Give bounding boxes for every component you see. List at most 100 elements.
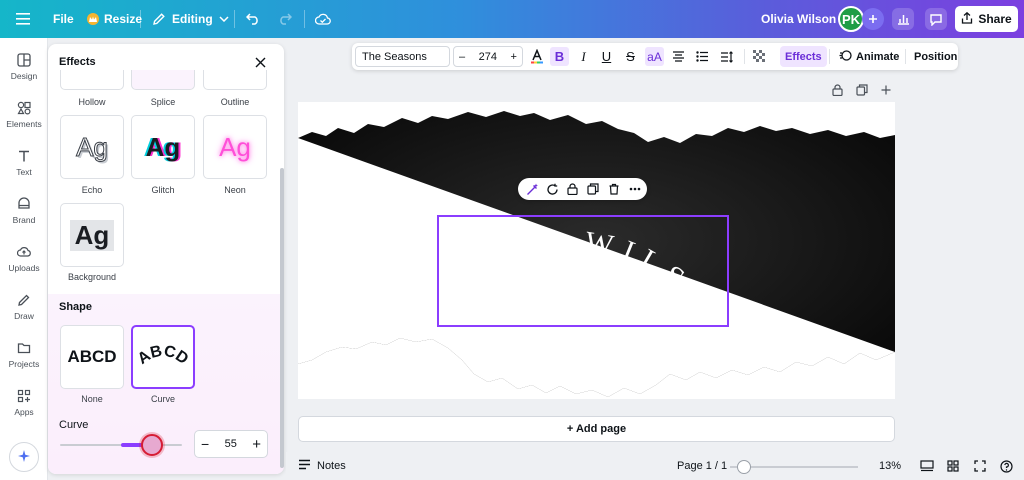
lock-element-icon[interactable] [565, 182, 579, 196]
rail-item-apps[interactable]: Apps [0, 389, 48, 433]
project-name[interactable]: Olivia Wilson [761, 0, 836, 38]
divider [234, 10, 235, 28]
list-icon[interactable] [693, 47, 712, 66]
rail-label: Design [10, 71, 38, 81]
editing-label: Editing [172, 12, 213, 26]
bold-icon[interactable]: B [550, 47, 569, 66]
animate-label: Animate [856, 50, 900, 63]
rail-item-projects[interactable]: Projects [0, 341, 48, 385]
effect-sample: Ag [145, 131, 181, 162]
comments-icon[interactable] [925, 8, 947, 30]
chevron-down-icon [219, 16, 229, 22]
redo-icon[interactable] [278, 0, 292, 38]
shape-tile-curve[interactable]: ABCD [131, 325, 195, 389]
effect-tile-echo[interactable]: Ag [60, 115, 124, 179]
magic-assistant-button[interactable] [9, 442, 39, 472]
text-color-icon[interactable] [527, 47, 546, 66]
effect-tile-outline[interactable] [203, 70, 267, 90]
rail-item-uploads[interactable]: Uploads [0, 245, 48, 289]
rail-item-elements[interactable]: Elements [0, 101, 48, 145]
effects-panel: Effects Hollow Splice Outline Ag Ag Ag E… [48, 44, 284, 474]
underline-icon[interactable]: U [597, 47, 616, 66]
refresh-ai-icon[interactable] [545, 182, 559, 196]
font-size-value[interactable]: 274 [479, 51, 497, 63]
spacing-icon[interactable] [717, 47, 736, 66]
resize-button[interactable]: Resize [87, 0, 142, 38]
shape-tile-none[interactable]: ABCD [60, 325, 124, 389]
rail-item-text[interactable]: Text [0, 149, 48, 193]
duplicate-page-icon[interactable] [855, 83, 869, 97]
divider [829, 49, 830, 64]
curve-label: Curve [59, 419, 89, 431]
font-family-select[interactable]: The Seasons [355, 46, 450, 67]
align-center-icon[interactable] [669, 47, 688, 66]
text-selection-box[interactable] [437, 215, 729, 327]
file-menu[interactable]: File [53, 0, 74, 38]
effect-tile-splice[interactable] [131, 70, 195, 90]
insights-icon[interactable] [892, 8, 914, 30]
zoom-level[interactable]: 13% [879, 452, 901, 480]
menu-icon[interactable] [16, 0, 30, 38]
font-size-increase[interactable]: + [511, 51, 517, 63]
shape-label: Curve [150, 394, 175, 404]
duplicate-element-icon[interactable] [586, 182, 600, 196]
letter-case-icon[interactable]: aA [645, 47, 664, 66]
add-collaborator-button[interactable] [862, 8, 884, 30]
effect-tile-neon[interactable]: Ag [203, 115, 267, 179]
notes-label: Notes [317, 460, 346, 472]
font-size-stepper: – 274 + [453, 46, 523, 67]
shape-title: Shape [59, 301, 93, 313]
text-toolbar: The Seasons – 274 + B I U S aA Effects A… [352, 43, 958, 70]
share-button[interactable]: Share [955, 6, 1018, 32]
minus-button[interactable]: − [201, 436, 209, 452]
crown-icon [87, 13, 99, 25]
rail-label: Uploads [8, 263, 40, 273]
effects-button[interactable]: Effects [780, 46, 827, 67]
effect-tile-background[interactable]: Ag [60, 203, 124, 267]
rail-label: Draw [14, 311, 34, 321]
lock-icon[interactable] [830, 83, 844, 97]
curve-value[interactable]: 55 [225, 438, 237, 450]
font-size-decrease[interactable]: – [459, 51, 465, 63]
more-options-icon[interactable] [628, 182, 642, 196]
add-page-icon[interactable] [879, 83, 893, 97]
share-icon [961, 11, 973, 27]
rail-item-brand[interactable]: Brand [0, 197, 48, 241]
animate-button[interactable]: Animate [834, 46, 904, 67]
effect-label: Splice [150, 97, 176, 107]
magic-edit-icon[interactable] [525, 182, 539, 196]
position-button[interactable]: Position [909, 46, 962, 67]
add-page-button[interactable]: + Add page [298, 416, 895, 442]
rail-item-draw[interactable]: Draw [0, 293, 48, 337]
notes-button[interactable]: Notes [298, 452, 346, 480]
page-view-icon[interactable] [920, 452, 934, 480]
italic-icon[interactable]: I [574, 47, 593, 66]
plus-button[interactable]: + [252, 436, 261, 453]
effect-tile-glitch[interactable]: Ag [131, 115, 195, 179]
effect-sample: Ag [219, 131, 251, 162]
svg-text:ABCD: ABCD [135, 343, 191, 368]
editing-mode-dropdown[interactable]: Editing [152, 0, 229, 38]
strikethrough-icon[interactable]: S [621, 47, 640, 66]
avatar[interactable]: PK [838, 6, 864, 32]
close-icon[interactable] [252, 54, 268, 70]
zoom-slider-thumb[interactable] [737, 460, 751, 474]
undo-icon[interactable] [246, 0, 260, 38]
delete-icon[interactable] [607, 182, 621, 196]
effect-sample: Ag [76, 131, 109, 162]
divider [140, 10, 141, 28]
effect-tile-hollow[interactable] [60, 70, 124, 90]
curve-slider-thumb[interactable] [140, 434, 163, 456]
help-icon[interactable] [1000, 452, 1013, 480]
page-indicator[interactable]: Page 1 / 1 [677, 452, 727, 480]
effect-label: Outline [220, 97, 250, 107]
rail-item-design[interactable]: Design [0, 53, 48, 97]
text-icon [17, 149, 31, 163]
cloud-save-icon[interactable] [315, 0, 331, 38]
transparency-icon[interactable] [750, 47, 769, 66]
panel-scrollbar[interactable] [280, 168, 284, 468]
fullscreen-icon[interactable] [974, 452, 986, 480]
animate-icon [839, 49, 852, 65]
rail-label: Apps [14, 407, 34, 417]
grid-view-icon[interactable] [947, 452, 959, 480]
